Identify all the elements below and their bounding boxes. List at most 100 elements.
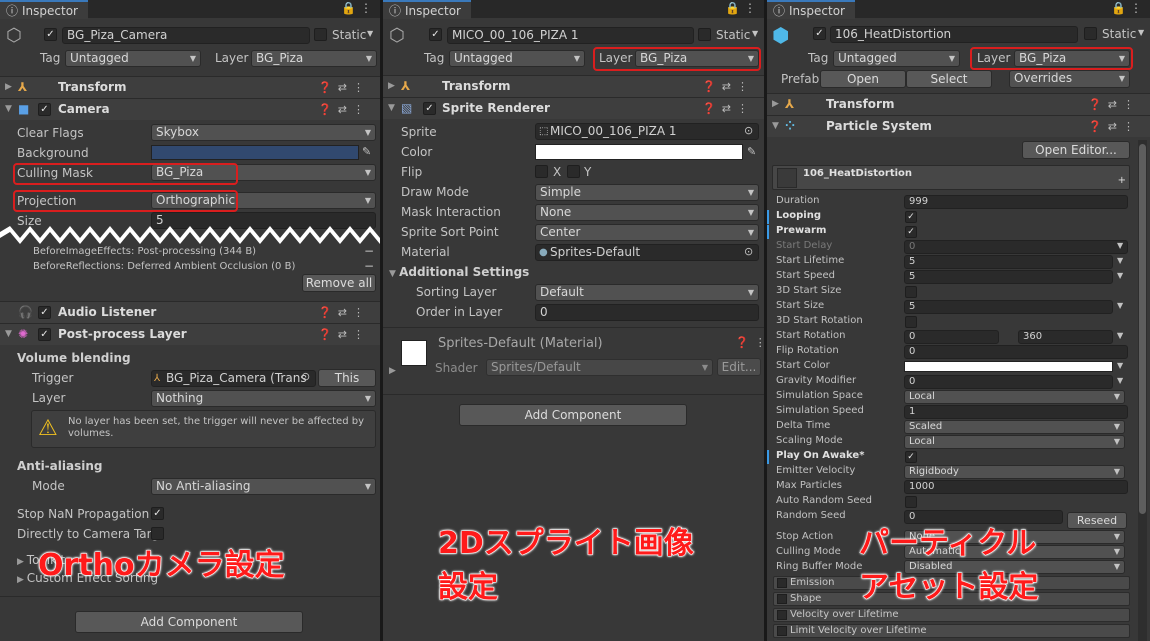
tag-dropdown[interactable]: Untagged (65, 50, 201, 67)
prefab-select-button[interactable]: Select (906, 70, 992, 88)
component-controls[interactable]: ❓⇄⋮ (318, 99, 370, 120)
tab-controls[interactable]: 🔒 ⋮ (1111, 1, 1142, 15)
additional-settings-foldout[interactable]: ▼ Additional Settings (389, 265, 529, 279)
module-row[interactable]: Velocity over Lifetime (773, 608, 1130, 622)
tab-inspector[interactable]: ⓘ Inspector (383, 0, 471, 19)
eyedropper-icon[interactable]: ✎ (747, 145, 756, 158)
component-controls[interactable]: ❓⋮ (735, 336, 764, 349)
open-editor-button[interactable]: Open Editor... (1022, 141, 1130, 159)
sprite-field[interactable]: ⬚ MICO_00_106_PIZA 1 (535, 123, 759, 140)
component-controls[interactable]: ❓⇄⋮ (318, 324, 370, 345)
object-picker-icon[interactable]: ⊙ (301, 370, 310, 383)
dropdown-arrow-icon[interactable]: ▼ (1117, 361, 1123, 370)
camera-enabled-checkbox[interactable]: ✓ (38, 103, 51, 116)
prefab-open-button[interactable]: Open (820, 70, 906, 88)
dropdown-arrow-icon[interactable]: ▼ (1117, 256, 1123, 265)
static-dropdown-icon[interactable]: ▼ (1138, 28, 1144, 37)
static-dropdown-icon[interactable]: ▼ (752, 29, 758, 38)
particle-row-field[interactable]: 0 (904, 375, 1113, 389)
sprite-renderer-header[interactable]: ▼ ▧ ✓ Sprite Renderer ❓⇄⋮ (383, 97, 764, 119)
particle-row-field[interactable]: 0 (904, 330, 999, 344)
active-checkbox[interactable]: ✓ (813, 27, 826, 40)
sprite-enabled-checkbox[interactable]: ✓ (423, 102, 436, 115)
component-controls[interactable]: ❓⇄⋮ (702, 98, 754, 119)
reseed-button[interactable]: Reseed (1067, 512, 1127, 529)
particle-row-checkbox[interactable]: ✓ (905, 451, 917, 463)
system-header-bar[interactable]: 106_HeatDistortion + (772, 165, 1130, 190)
ppl-enabled-checkbox[interactable]: ✓ (38, 328, 51, 341)
stop-nan-checkbox[interactable]: ✓ (151, 507, 164, 520)
post-process-layer-header[interactable]: ▼ ✺ ✓ Post-process Layer ❓⇄⋮ (0, 323, 380, 345)
background-color-swatch[interactable] (151, 145, 359, 160)
color-swatch[interactable] (535, 144, 743, 160)
object-name-field[interactable]: BG_Piza_Camera (62, 27, 310, 44)
transform-header[interactable]: ▶ ⅄ Transform ❓⇄⋮ (767, 93, 1150, 115)
particle-row-checkbox[interactable] (905, 496, 917, 508)
tab-inspector[interactable]: ⓘ Inspector (767, 0, 855, 19)
object-picker-icon[interactable]: ⊙ (744, 124, 753, 137)
particle-row-checkbox[interactable] (905, 316, 917, 328)
edit-shader-button[interactable]: Edit... (717, 358, 761, 376)
component-controls[interactable]: ❓⇄⋮ (1088, 116, 1140, 137)
particle-row-field[interactable]: 1 (904, 405, 1128, 419)
particle-row-field[interactable]: 0 (904, 240, 1128, 254)
foldout-icon[interactable]: ▶ (389, 366, 396, 376)
static-checkbox[interactable] (314, 28, 327, 41)
directly-checkbox[interactable] (151, 527, 164, 540)
sprite-sort-point-dropdown[interactable]: Center (535, 224, 759, 241)
particle-row-dropdown[interactable]: Local (904, 390, 1125, 404)
add-icon[interactable]: + (1118, 175, 1126, 186)
this-button[interactable]: This (318, 369, 376, 387)
static-checkbox[interactable] (1084, 27, 1097, 40)
start-color-swatch[interactable] (904, 361, 1113, 372)
order-in-layer-field[interactable]: 0 (535, 304, 759, 321)
layer-dropdown[interactable]: BG_Piza (251, 50, 377, 67)
component-controls[interactable]: ❓⇄⋮ (702, 76, 754, 97)
dropdown-arrow-icon[interactable]: ▼ (1117, 301, 1123, 310)
component-controls[interactable]: ❓⇄⋮ (1088, 94, 1140, 115)
eyedropper-icon[interactable]: ✎ (362, 145, 371, 158)
scrollbar[interactable] (1138, 140, 1147, 641)
particle-row-field[interactable]: 5 (904, 270, 1113, 284)
overrides-dropdown[interactable]: Overrides (1009, 70, 1130, 88)
clear-flags-dropdown[interactable]: Skybox (151, 124, 376, 141)
particle-row-field[interactable]: 5 (904, 255, 1113, 269)
mask-interaction-dropdown[interactable]: None (535, 204, 759, 221)
active-checkbox[interactable]: ✓ (429, 28, 442, 41)
particle-row-dropdown[interactable]: Rigidbody (904, 465, 1125, 479)
mode-dropdown[interactable]: No Anti-aliasing (151, 478, 376, 495)
dropdown-arrow-icon[interactable]: ▼ (1117, 241, 1123, 250)
flip-x-checkbox[interactable] (535, 165, 548, 178)
minus-icon[interactable]: − (364, 259, 374, 273)
module-checkbox[interactable] (777, 626, 787, 636)
trigger-field[interactable]: ⅄ BG_Piza_Camera (Trans (151, 370, 316, 387)
active-checkbox[interactable]: ✓ (44, 28, 57, 41)
draw-mode-dropdown[interactable]: Simple (535, 184, 759, 201)
tab-controls[interactable]: 🔒 ⋮ (341, 1, 372, 15)
layer-mask-dropdown[interactable]: Nothing (151, 390, 376, 407)
dropdown-arrow-icon[interactable]: ▼ (1117, 271, 1123, 280)
transform-header[interactable]: ▶ ⅄ Transform ❓⇄⋮ (0, 76, 380, 98)
add-component-button[interactable]: Add Component (75, 611, 303, 633)
dropdown-arrow-icon[interactable]: ▼ (1117, 376, 1123, 385)
particle-row-checkbox[interactable]: ✓ (905, 226, 917, 238)
particle-system-header[interactable]: ▼ ⁘ Particle System ❓⇄⋮ (767, 115, 1150, 137)
particle-row-dropdown[interactable]: Local (904, 435, 1125, 449)
dropdown-arrow-icon[interactable]: ▼ (1117, 331, 1123, 340)
minus-icon[interactable]: − (364, 244, 374, 258)
tag-dropdown[interactable]: Untagged (833, 50, 960, 67)
particle-row-field[interactable]: 5 (904, 300, 1113, 314)
object-name-field[interactable]: MICO_00_106_PIZA 1 (447, 27, 694, 44)
remove-all-button[interactable]: Remove all (302, 274, 376, 292)
particle-row-field[interactable]: 0 (904, 345, 1128, 359)
camera-header[interactable]: ▼ ■ ✓ Camera ❓⇄⋮ (0, 98, 380, 120)
module-row[interactable]: Limit Velocity over Lifetime (773, 624, 1130, 638)
material-field[interactable]: ● Sprites-Default (535, 244, 759, 261)
audio-listener-header[interactable]: 🎧 ✓ Audio Listener ❓⇄⋮ (0, 301, 380, 323)
shader-dropdown[interactable]: Sprites/Default (486, 359, 713, 376)
component-controls[interactable]: ❓⇄⋮ (318, 77, 370, 98)
module-checkbox[interactable] (777, 594, 787, 604)
particle-row-checkbox[interactable] (905, 286, 917, 298)
tab-inspector[interactable]: ⓘ Inspector (0, 0, 88, 19)
flip-y-checkbox[interactable] (567, 165, 580, 178)
